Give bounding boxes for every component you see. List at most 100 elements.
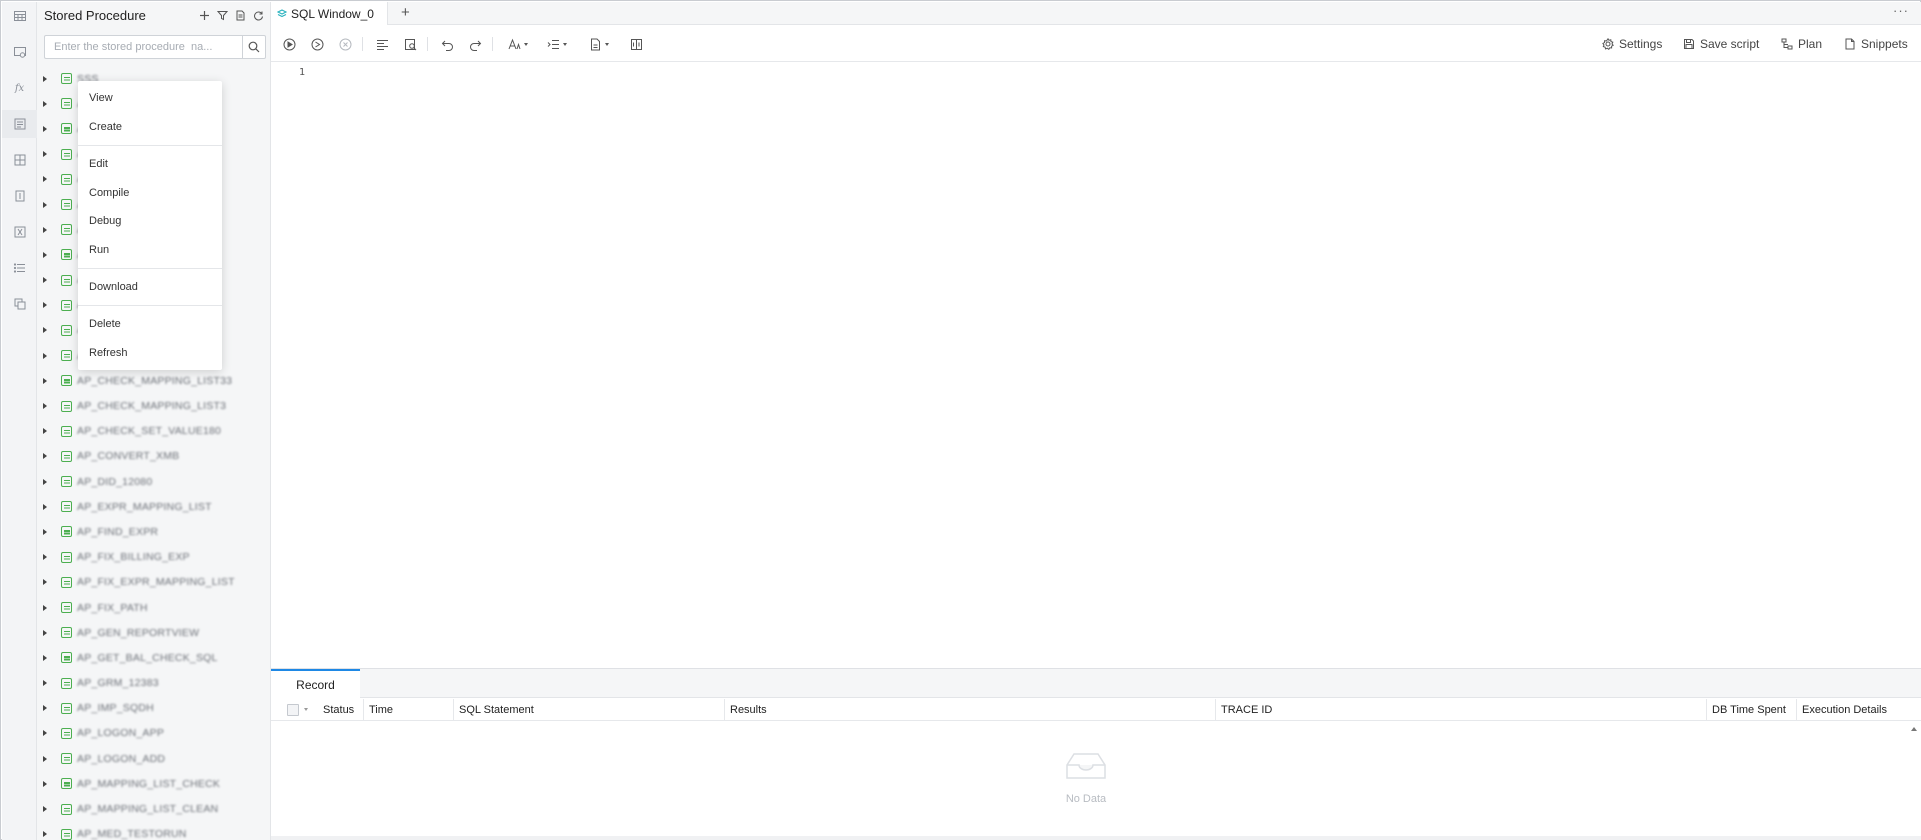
expand-arrow-icon[interactable] [43,554,47,561]
expand-arrow-icon[interactable] [43,75,47,82]
expand-arrow-icon[interactable] [43,151,47,158]
search-input[interactable] [44,35,242,59]
tree-item[interactable]: AP_FIX_BILLING_EXP [37,545,270,570]
tree-item[interactable]: AP_IMP_SQDH [37,696,270,721]
redo-icon[interactable] [469,36,482,52]
column-status[interactable]: Status [318,699,354,721]
expand-arrow-icon[interactable] [43,629,47,636]
column-execution-details[interactable]: Execution Details [1796,699,1887,721]
undo-icon[interactable] [441,36,454,52]
expand-arrow-icon[interactable] [43,176,47,183]
add-tab-button[interactable]: + [401,4,410,21]
run-icon[interactable] [283,36,296,52]
expand-arrow-icon[interactable] [43,327,47,334]
tree-item[interactable]: AP_FIX_PATH [37,595,270,620]
tree-item[interactable]: AP_MAPPING_LIST_CLEAN [37,796,270,821]
menu-item-view[interactable]: View [78,86,222,110]
expand-arrow-icon[interactable] [43,428,47,435]
tree-item[interactable]: AP_CHECK_SET_VALUE180 [37,419,270,444]
expand-arrow-icon[interactable] [43,201,47,208]
more-icon[interactable]: ··· [1893,3,1909,18]
expand-arrow-icon[interactable] [43,579,47,586]
tree-item[interactable]: AP_DID_12080 [37,469,270,494]
column-db-time-spent[interactable]: DB Time Spent [1706,699,1786,721]
tree-item[interactable]: AP_FIND_EXPR [37,519,270,544]
run-current-icon[interactable] [311,36,324,52]
expand-arrow-icon[interactable] [43,705,47,712]
stop-icon[interactable] [339,36,352,52]
find-icon[interactable] [404,36,417,52]
menu-item-debug[interactable]: Debug [78,209,222,233]
expand-arrow-icon[interactable] [43,730,47,737]
tree-item[interactable]: AP_GRM_12383 [37,671,270,696]
column-trace-id[interactable]: TRACE ID [1215,699,1272,721]
layout-icon[interactable] [630,36,643,52]
list-icon[interactable] [2,254,37,282]
horizontal-scrollbar[interactable] [271,836,1921,840]
menu-item-compile[interactable]: Compile [78,181,222,205]
menu-item-edit[interactable]: Edit [78,152,222,176]
table-icon[interactable] [2,2,37,30]
expand-arrow-icon[interactable] [43,377,47,384]
menu-item-refresh[interactable]: Refresh [78,341,222,365]
menu-item-delete[interactable]: Delete [78,312,222,336]
format-icon[interactable] [376,36,389,52]
indent-icon[interactable] [547,36,567,52]
settings-button[interactable]: Settings [1602,35,1662,53]
expand-arrow-icon[interactable] [43,503,47,510]
expand-arrow-icon[interactable] [43,755,47,762]
expand-arrow-icon[interactable] [43,251,47,258]
expand-arrow-icon[interactable] [43,478,47,485]
tree-item[interactable]: AP_CONVERT_XMB [37,444,270,469]
expand-arrow-icon[interactable] [43,453,47,460]
expand-arrow-icon[interactable] [43,528,47,535]
tree-item[interactable]: AP_GEN_REPORTVIEW [37,620,270,645]
menu-item-download[interactable]: Download [78,275,222,299]
tree-item[interactable]: AP_FIX_EXPR_MAPPING_LIST [37,570,270,595]
expand-arrow-icon[interactable] [43,125,47,132]
plan-button[interactable]: Plan [1781,35,1822,53]
view-icon[interactable] [2,38,37,66]
stored-procedure-icon[interactable] [2,110,37,138]
filter-icon[interactable] [215,8,230,23]
select-all-checkbox[interactable] [287,704,299,716]
expand-arrow-icon[interactable] [43,680,47,687]
add-icon[interactable] [197,8,212,23]
expand-arrow-icon[interactable] [43,780,47,787]
menu-item-create[interactable]: Create [78,115,222,139]
expand-arrow-icon[interactable] [43,226,47,233]
expand-arrow-icon[interactable] [43,604,47,611]
save-script-button[interactable]: Save script [1683,35,1759,53]
trigger-icon[interactable] [2,218,37,246]
expand-arrow-icon[interactable] [43,806,47,813]
column-results[interactable]: Results [724,699,767,721]
refresh-icon[interactable] [251,8,266,23]
tab-sql-window[interactable]: SQL Window_0 [271,2,388,25]
chevron-down-icon[interactable] [304,708,308,711]
grid-icon[interactable] [2,146,37,174]
column-time[interactable]: Time [363,699,393,721]
tree-item[interactable]: AP_EXPR_MAPPING_LIST [37,494,270,519]
package-icon[interactable] [2,182,37,210]
tree-item[interactable]: AP_LOGON_APP [37,721,270,746]
expand-arrow-icon[interactable] [43,277,47,284]
expand-arrow-icon[interactable] [43,831,47,838]
tree-item[interactable]: AP_CHECK_MAPPING_LIST3 [37,393,270,418]
tree-item[interactable]: AP_MED_TESTORUN [37,822,270,840]
menu-item-run[interactable]: Run [78,238,222,262]
file-icon[interactable] [589,36,609,52]
expand-arrow-icon[interactable] [43,654,47,661]
expand-arrow-icon[interactable] [43,403,47,410]
expand-arrow-icon[interactable] [43,100,47,107]
snippets-button[interactable]: Snippets [1844,35,1908,53]
scrollbar[interactable] [1910,727,1918,835]
expand-arrow-icon[interactable] [43,352,47,359]
sql-editor[interactable]: 1 [271,63,1921,668]
tree-item[interactable]: AP_GET_BAL_CHECK_SQL [37,645,270,670]
text-case-icon[interactable] [508,36,528,52]
copy-icon[interactable] [2,290,37,318]
tree-item[interactable]: AP_CHECK_MAPPING_LIST33 [37,368,270,393]
function-icon[interactable]: fx [2,74,37,102]
expand-arrow-icon[interactable] [43,302,47,309]
column-sql-statement[interactable]: SQL Statement [453,699,534,721]
